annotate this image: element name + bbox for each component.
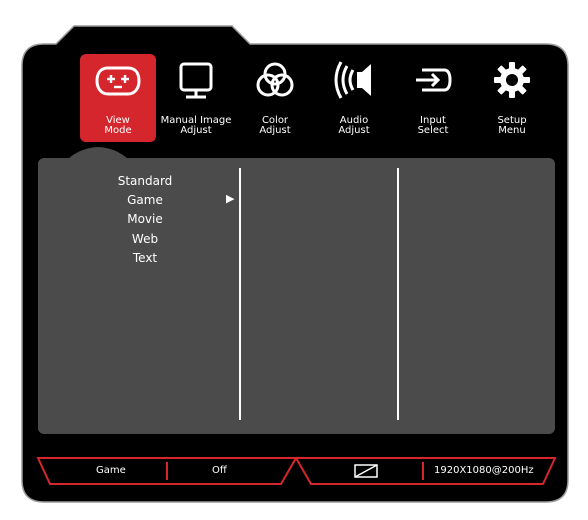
aspect-ratio-icon [354, 464, 378, 478]
tab-label: Setup Menu [474, 116, 550, 136]
tab-label: View Mode [80, 116, 156, 136]
column-divider-1 [239, 168, 241, 420]
tab-view-mode[interactable]: View Mode [80, 54, 156, 142]
option-standard[interactable]: Standard [95, 174, 195, 188]
option-web[interactable]: Web [95, 232, 195, 246]
speaker-icon [316, 58, 392, 112]
tab-audio-adjust[interactable]: Audio Adjust [316, 54, 392, 142]
tab-label: Color Adjust [237, 116, 313, 136]
tab-setup-menu[interactable]: Setup Menu [474, 54, 550, 142]
tab-label-line2: Adjust [259, 125, 291, 136]
color-circles-icon [237, 58, 313, 112]
status-mode: Game [96, 465, 126, 476]
column-divider-2 [397, 168, 399, 420]
tab-label-line2: Select [417, 125, 449, 136]
tab-label: Audio Adjust [316, 116, 392, 136]
tab-label-line2: Adjust [180, 125, 212, 136]
tab-label-line2: Adjust [338, 125, 370, 136]
tab-color-adjust[interactable]: Color Adjust [237, 54, 313, 142]
tab-label-line2: Mode [104, 125, 132, 136]
tab-input-select[interactable]: Input Select [395, 54, 471, 142]
gear-icon [474, 58, 550, 112]
status-resolution: 1920X1080@200Hz [434, 465, 534, 476]
monitor-icon [158, 58, 234, 112]
tab-manual-image-adjust[interactable]: Manual Image Adjust [158, 54, 234, 142]
option-movie[interactable]: Movie [95, 212, 195, 226]
input-arrow-icon [395, 58, 471, 112]
tab-label-line2: Menu [498, 125, 526, 136]
option-game[interactable]: Game [95, 193, 195, 207]
gamepad-icon [80, 58, 156, 112]
panel-tab-notch [68, 147, 128, 159]
status-setting: Off [212, 465, 227, 476]
tab-label: Input Select [395, 116, 471, 136]
option-text[interactable]: Text [95, 251, 195, 265]
tab-label: Manual Image Adjust [158, 116, 234, 136]
selection-arrow-icon: ▶ [226, 192, 235, 205]
